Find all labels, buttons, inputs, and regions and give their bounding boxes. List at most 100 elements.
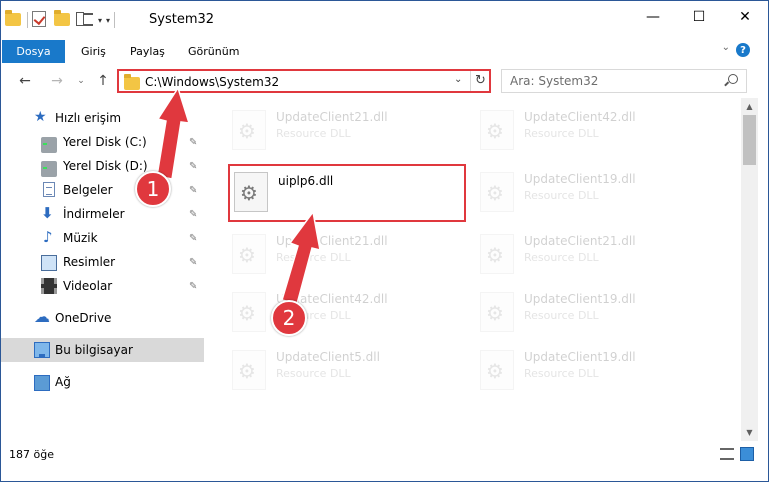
nav-item-music[interactable]: ♪ Müzik ✎ (1, 226, 204, 250)
nav-item-this-pc[interactable]: Bu bilgisayar (1, 338, 204, 362)
nav-item-label: Ağ (55, 375, 71, 389)
file-tile[interactable]: UpdateClient42.dll Resource DLL (454, 102, 692, 154)
recent-locations-button[interactable]: ⌄ (71, 71, 91, 91)
tab-view[interactable]: Görünüm (188, 40, 239, 63)
file-list: UpdateClient21.dll Resource DLL UpdateCl… (206, 98, 741, 441)
view-options-dropdown-icon[interactable]: ▾ (98, 16, 102, 25)
file-name: UpdateClient42.dll (524, 110, 636, 124)
qat-separator (27, 12, 28, 28)
help-icon[interactable]: ? (736, 43, 750, 57)
customize-qat-icon[interactable]: ▾ (106, 16, 110, 25)
file-tile[interactable]: UpdateClient42.dll Resource DLL (206, 284, 444, 336)
disk-icon (41, 161, 57, 177)
pin-icon: ✎ (189, 232, 198, 244)
file-tile-target[interactable]: uiplp6.dll (228, 164, 466, 222)
nav-item-videos[interactable]: Videolar ✎ (1, 274, 204, 298)
file-name: UpdateClient19.dll (524, 172, 636, 186)
network-icon (34, 375, 50, 391)
search-box[interactable]: Ara: System32 (501, 69, 747, 93)
nav-item-label: İndirmeler (63, 207, 125, 221)
minimize-button[interactable]: — (630, 1, 676, 33)
search-icon[interactable] (728, 74, 738, 84)
file-name: UpdateClient19.dll (524, 350, 636, 364)
search-input[interactable]: Ara: System32 (510, 74, 598, 88)
scroll-thumb[interactable] (743, 115, 756, 165)
step-badge-2: 2 (271, 300, 307, 336)
nav-item-label: Belgeler (63, 183, 113, 197)
nav-item-label: Yerel Disk (C:) (63, 135, 147, 149)
address-bar[interactable]: C:\Windows\System32 ⌄ ↻ (117, 69, 491, 93)
nav-item-label: Bu bilgisayar (55, 343, 133, 357)
back-button[interactable]: ← (15, 71, 35, 91)
address-separator (470, 71, 471, 91)
scroll-up-button[interactable]: ▲ (741, 98, 758, 115)
refresh-icon[interactable]: ↻ (475, 73, 486, 88)
dll-gear-icon (480, 172, 514, 212)
address-path[interactable]: C:\Windows\System32 (145, 75, 279, 89)
file-tile[interactable]: UpdateClient19.dll Resource DLL (454, 164, 692, 216)
star-icon: ★ (34, 109, 47, 125)
nav-item-label: Videolar (63, 279, 113, 293)
file-type: Resource DLL (524, 309, 599, 322)
tab-home[interactable]: Giriş (81, 40, 106, 63)
file-tile[interactable]: UpdateClient21.dll Resource DLL (206, 226, 444, 278)
view-options-icon[interactable] (76, 11, 94, 29)
nav-item-downloads[interactable]: ⬇ İndirmeler ✎ (1, 202, 204, 226)
file-type: Resource DLL (524, 251, 599, 264)
file-type: Resource DLL (276, 127, 351, 140)
properties-check-icon[interactable] (32, 11, 50, 29)
pictures-icon (41, 255, 57, 271)
dll-gear-icon (480, 110, 514, 150)
file-type: Resource DLL (524, 367, 599, 380)
nav-item-pictures[interactable]: Resimler ✎ (1, 250, 204, 274)
file-tile[interactable]: UpdateClient5.dll Resource DLL (206, 342, 444, 394)
nav-item-onedrive[interactable]: ☁ OneDrive (1, 306, 204, 330)
nav-item-local-disk-d[interactable]: Yerel Disk (D:) ✎ (1, 154, 204, 178)
folder-icon (124, 74, 140, 90)
dll-gear-icon (480, 292, 514, 332)
pin-icon: ✎ (189, 256, 198, 268)
dll-gear-icon (480, 350, 514, 390)
maximize-button[interactable]: ☐ (676, 1, 722, 33)
nav-item-label: Resimler (63, 255, 116, 269)
dll-gear-icon (232, 110, 266, 150)
file-type: Resource DLL (276, 251, 351, 264)
folder-icon (5, 10, 23, 29)
vertical-scrollbar[interactable]: ▲ ▼ (741, 98, 758, 441)
ribbon-tabs: Dosya Giriş Paylaş Görünüm ⌄ ? (1, 38, 768, 64)
nav-item-network[interactable]: Ağ (1, 370, 204, 394)
pin-icon: ✎ (189, 208, 198, 220)
nav-item-label: Yerel Disk (D:) (63, 159, 148, 173)
disk-icon (41, 137, 57, 153)
step-badge-1: 1 (135, 171, 171, 207)
file-type: Resource DLL (524, 127, 599, 140)
file-name: UpdateClient5.dll (276, 350, 380, 364)
file-tile[interactable]: UpdateClient21.dll Resource DLL (206, 102, 444, 154)
expand-ribbon-icon[interactable]: ⌄ (722, 42, 730, 53)
dll-gear-icon (232, 292, 266, 332)
document-icon (43, 182, 55, 197)
pin-icon: ✎ (189, 160, 198, 172)
tab-file[interactable]: Dosya (2, 40, 65, 63)
pin-icon: ✎ (189, 280, 198, 292)
nav-item-label: OneDrive (55, 311, 112, 325)
quick-access-toolbar: ▾ ▾ (5, 9, 116, 31)
file-tile[interactable]: UpdateClient19.dll Resource DLL (454, 342, 692, 394)
scroll-down-button[interactable]: ▼ (741, 424, 758, 441)
large-icons-view-icon[interactable] (740, 447, 754, 461)
file-tile[interactable]: UpdateClient21.dll Resource DLL (454, 226, 692, 278)
file-tile[interactable]: UpdateClient19.dll Resource DLL (454, 284, 692, 336)
forward-button[interactable]: → (47, 71, 67, 91)
tab-share[interactable]: Paylaş (130, 40, 165, 63)
nav-item-local-disk-c[interactable]: Yerel Disk (C:) ✎ (1, 130, 204, 154)
details-view-icon[interactable] (720, 448, 734, 460)
explorer-window: ▾ ▾ System32 — ☐ ✕ Dosya Giriş Paylaş Gö… (0, 0, 769, 482)
qat-separator (114, 12, 116, 28)
nav-item-documents[interactable]: Belgeler ✎ (1, 178, 204, 202)
address-dropdown-icon[interactable]: ⌄ (454, 74, 462, 85)
nav-item-quick-access[interactable]: ★ Hızlı erişim (1, 106, 204, 130)
up-button[interactable]: ↑ (93, 71, 113, 91)
close-button[interactable]: ✕ (722, 1, 768, 33)
new-folder-icon[interactable] (54, 10, 72, 29)
file-name: UpdateClient21.dll (276, 234, 388, 248)
